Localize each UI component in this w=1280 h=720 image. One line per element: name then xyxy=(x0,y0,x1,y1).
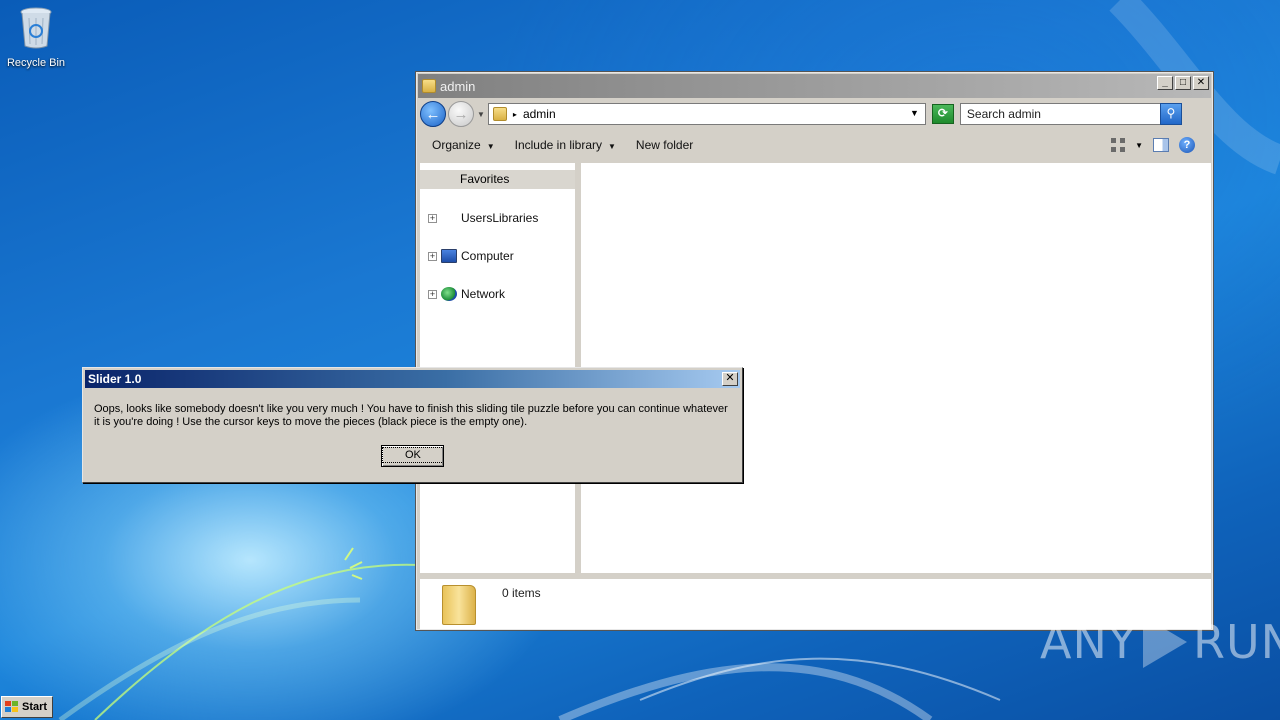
search-placeholder: Search admin xyxy=(966,107,1041,121)
view-options-dropdown-icon[interactable]: ▼ xyxy=(1135,141,1143,150)
organize-label: Organize xyxy=(432,138,481,152)
expand-icon[interactable]: + xyxy=(428,289,437,299)
expand-icon[interactable]: + xyxy=(428,251,437,261)
slider-dialog: Slider 1.0 ✕ Oops, looks like somebody d… xyxy=(82,367,743,483)
nav-item-label: Computer xyxy=(461,249,514,263)
play-icon xyxy=(1142,616,1187,668)
chevron-down-icon: ▼ xyxy=(486,142,495,151)
forward-arrow-icon[interactable]: → xyxy=(448,101,474,127)
command-bar: Organize ▼ Include in library ▼ New folder… xyxy=(420,130,1211,160)
recent-pages-dropdown-icon[interactable]: ▼ xyxy=(477,110,485,119)
view-controls: ▼ ? xyxy=(1111,137,1195,153)
desktop-icon-recycle-bin[interactable]: Recycle Bin xyxy=(4,6,68,72)
folder-icon xyxy=(442,585,476,625)
refresh-icon[interactable]: ⟳ xyxy=(931,104,954,124)
expand-icon[interactable]: + xyxy=(428,213,437,223)
organize-button[interactable]: Organize ▼ xyxy=(432,138,495,152)
nav-item-network[interactable]: + Network xyxy=(420,286,505,302)
nav-item-label: Network xyxy=(461,287,506,301)
nav-item-libraries[interactable]: + UsersLibraries xyxy=(420,210,538,226)
window-controls: _ □ ✕ xyxy=(1157,76,1209,90)
breadcrumb[interactable]: admin xyxy=(523,107,556,121)
back-arrow-icon[interactable]: ← xyxy=(420,101,446,127)
new-folder-label: New folder xyxy=(635,138,694,152)
address-bar[interactable]: ▸ admin ▼ xyxy=(487,103,926,125)
address-row: ← → ▼ ▸ admin ▼ ⟳ Search admin ⚲ xyxy=(420,100,1211,128)
computer-icon xyxy=(441,249,457,263)
start-label: Start xyxy=(22,701,48,713)
maximize-button[interactable]: □ xyxy=(1175,76,1191,90)
windows-logo-icon xyxy=(5,701,19,713)
recycle-bin-icon xyxy=(20,7,52,49)
nav-favorites[interactable]: Favorites xyxy=(420,170,575,189)
ok-button[interactable]: OK xyxy=(381,445,444,467)
close-button[interactable]: ✕ xyxy=(1193,76,1209,90)
help-icon[interactable]: ? xyxy=(1179,137,1195,153)
explorer-title-bar[interactable]: admin xyxy=(418,74,1211,98)
minimize-button[interactable]: _ xyxy=(1157,76,1173,90)
nav-item-label: UsersLibraries xyxy=(461,211,539,225)
item-count: 0 items xyxy=(502,586,541,600)
watermark-right: RUN xyxy=(1192,615,1280,669)
watermark: ANY RUN xyxy=(1040,612,1280,672)
network-icon xyxy=(441,287,457,301)
dialog-close-button[interactable]: ✕ xyxy=(722,372,738,386)
desktop-icon-label: Recycle Bin xyxy=(6,57,66,69)
address-dropdown-icon[interactable]: ▼ xyxy=(910,108,919,118)
explorer-window: admin _ □ ✕ ← → ▼ ▸ admin ▼ ⟳ Search adm… xyxy=(415,71,1214,631)
explorer-title: admin xyxy=(440,78,476,94)
new-folder-button[interactable]: New folder xyxy=(636,138,693,152)
libraries-icon xyxy=(441,211,457,225)
include-in-library-label: Include in library xyxy=(514,138,602,152)
dialog-message: Oops, looks like somebody doesn't like y… xyxy=(94,403,728,428)
nav-item-computer[interactable]: + Computer xyxy=(420,248,514,264)
dialog-title-bar[interactable]: Slider 1.0 xyxy=(85,370,740,388)
search-input[interactable]: Search admin ⚲ xyxy=(959,103,1182,125)
change-view-icon[interactable] xyxy=(1111,138,1126,152)
preview-pane-icon[interactable] xyxy=(1153,138,1169,152)
start-button[interactable]: Start xyxy=(1,696,53,718)
dialog-title: Slider 1.0 xyxy=(88,372,142,386)
watermark-left: ANY xyxy=(1040,615,1137,669)
ok-button-label: OK xyxy=(382,447,444,463)
folder-icon xyxy=(492,107,507,121)
include-in-library-button[interactable]: Include in library ▼ xyxy=(515,138,616,152)
search-icon[interactable]: ⚲ xyxy=(1159,103,1182,125)
chevron-down-icon: ▼ xyxy=(608,142,616,151)
folder-icon xyxy=(422,79,436,93)
breadcrumb-chevron-icon[interactable]: ▸ xyxy=(513,110,517,119)
